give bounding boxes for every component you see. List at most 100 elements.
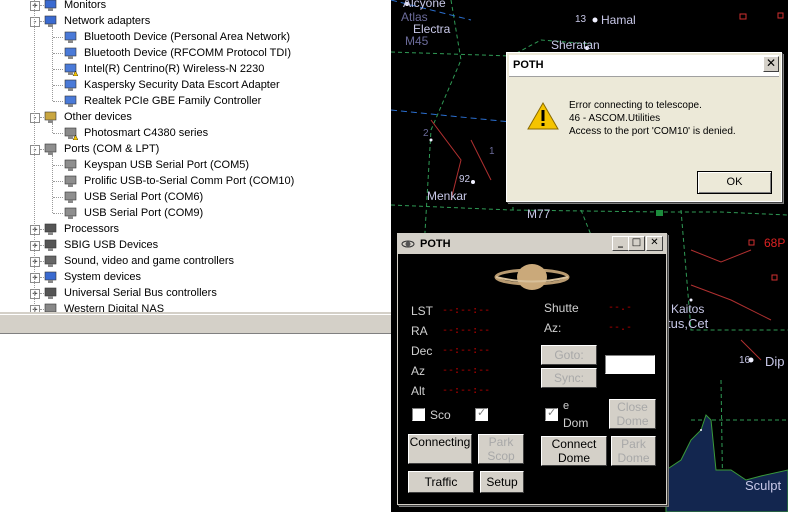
device-tree-item[interactable]: Realtek PCIe GBE Family Controller xyxy=(84,93,261,109)
device-tree: + Monitors - Network adapters Bluetooth Devi… xyxy=(0,0,391,312)
track-checkbox[interactable] xyxy=(475,406,488,421)
device-tree-item[interactable]: USB Serial Port (COM9) xyxy=(84,205,203,221)
port-icon xyxy=(44,143,58,156)
device-tree-item[interactable]: Other devices xyxy=(64,109,132,125)
error-message: Error connecting to telescope. 46 - ASCO… xyxy=(569,99,736,138)
tree-connector xyxy=(52,27,53,101)
ra-label: RA xyxy=(411,324,428,338)
scope-checkbox[interactable] xyxy=(412,408,425,421)
expand-toggle-icon[interactable]: + xyxy=(30,289,40,299)
device-tree-item[interactable]: Processors xyxy=(64,221,119,237)
expand-toggle-icon[interactable]: - xyxy=(30,17,40,27)
connect-dome-button[interactable]: Connect Dome xyxy=(541,436,607,466)
alt-readout: --:--:-- xyxy=(442,385,491,396)
device-tree-item[interactable]: Prolific USB-to-Serial Comm Port (COM10) xyxy=(84,173,294,189)
device-tree-item[interactable]: Intel(R) Centrino(R) Wireless-N 2230 xyxy=(84,61,264,77)
tree-connector xyxy=(53,53,63,54)
device-tree-item[interactable]: Photosmart C4380 series xyxy=(84,125,208,141)
tree-connector xyxy=(40,261,44,262)
speaker-icon xyxy=(44,255,58,268)
expand-toggle-icon[interactable]: + xyxy=(30,257,40,267)
network-adapter-icon xyxy=(64,95,78,108)
maximize-icon[interactable]: □ xyxy=(628,236,645,251)
expand-toggle-icon[interactable]: + xyxy=(30,225,40,235)
error-line-1: Error connecting to telescope. xyxy=(569,100,702,111)
sky-label-alcyone: Alcyone xyxy=(403,0,446,10)
tree-connector xyxy=(40,229,44,230)
tree-connector xyxy=(53,181,63,182)
device-tree-item[interactable]: Keyspan USB Serial Port (COM5) xyxy=(84,157,249,173)
device-tree-item[interactable]: Ports (COM & LPT) xyxy=(64,141,159,157)
az-readout: --:--:-- xyxy=(442,365,491,376)
dec-readout: --:--:-- xyxy=(442,345,491,356)
expand-toggle-icon[interactable]: - xyxy=(30,113,40,123)
device-tree-item[interactable]: System devices xyxy=(64,269,141,285)
ok-button[interactable]: OK xyxy=(697,171,772,194)
shutter-readout: --.- xyxy=(608,302,633,313)
network-adapter-warning-icon xyxy=(64,63,79,77)
sky-label-hamal: Hamal xyxy=(601,13,636,27)
sky-label-menkar: Menkar xyxy=(427,189,468,203)
expand-toggle-icon[interactable]: + xyxy=(30,241,40,251)
sync-button[interactable]: Sync: xyxy=(541,368,597,388)
ra-readout: --:--:-- xyxy=(442,325,491,336)
tree-connector xyxy=(52,123,53,133)
lst-readout: --:--:-- xyxy=(442,305,491,316)
sky-label-m77: M77 xyxy=(527,207,551,221)
usb-device-icon xyxy=(44,239,58,252)
close-icon[interactable]: ✕ xyxy=(763,56,779,72)
setup-button[interactable]: Setup xyxy=(480,471,524,493)
horizontal-scrollbar[interactable] xyxy=(0,314,391,334)
processor-icon xyxy=(44,223,58,236)
network-adapter-icon xyxy=(64,79,78,92)
tree-connector xyxy=(40,21,44,22)
system-icon xyxy=(44,271,58,284)
expand-toggle-icon[interactable]: + xyxy=(30,1,40,11)
close-dome-button[interactable]: Close Dome xyxy=(609,399,656,429)
dec-label: Dec xyxy=(411,344,433,358)
lst-label: LST xyxy=(411,304,434,318)
network-adapter-icon xyxy=(64,47,78,60)
port-icon xyxy=(64,207,78,220)
device-tree-item[interactable]: Western Digital NAS xyxy=(64,301,164,312)
sky-label-kaitos: Kaitos xyxy=(671,302,705,316)
scope-checkbox-label: Sco xyxy=(430,408,451,422)
error-line-3: Access to the port 'COM10' is denied. xyxy=(569,126,736,137)
device-tree-item[interactable]: Kaspersky Security Data Escort Adapter xyxy=(84,77,280,93)
device-tree-item[interactable]: Universal Serial Bus controllers xyxy=(64,285,217,301)
tree-connector xyxy=(40,309,44,310)
tree-connector xyxy=(40,245,44,246)
expand-toggle-icon[interactable]: + xyxy=(30,273,40,283)
park-scope-button[interactable]: Park Scop xyxy=(478,434,524,464)
connect-scope-button[interactable]: Connecting xyxy=(408,434,472,464)
sky-label-cetus: tus,Cet xyxy=(667,316,709,331)
tree-connector xyxy=(52,155,53,213)
expand-toggle-icon[interactable]: + xyxy=(30,305,40,312)
tree-connector xyxy=(34,0,35,312)
traffic-button[interactable]: Traffic xyxy=(408,471,474,493)
shutter-label: Shutte xyxy=(544,301,579,315)
expand-toggle-icon[interactable]: - xyxy=(30,145,40,155)
tree-connector xyxy=(53,197,63,198)
poth-title: POTH xyxy=(420,238,451,250)
dome-checkbox[interactable] xyxy=(545,406,558,421)
device-tree-item[interactable]: Network adapters xyxy=(64,13,150,29)
usb-icon xyxy=(44,287,58,300)
park-dome-button[interactable]: Park Dome xyxy=(611,436,656,466)
device-tree-item[interactable]: Sound, video and game controllers xyxy=(64,253,234,269)
tree-connector xyxy=(53,101,63,102)
device-tree-item[interactable]: SBIG USB Devices xyxy=(64,237,158,253)
minimize-icon[interactable]: _ xyxy=(612,236,629,251)
error-dialog-titlebar[interactable]: POTH xyxy=(509,55,779,77)
dome-az-readout: --.- xyxy=(608,322,633,333)
device-tree-item[interactable]: Bluetooth Device (Personal Area Network) xyxy=(84,29,290,45)
device-tree-item[interactable]: Bluetooth Device (RFCOMM Protocol TDI) xyxy=(84,45,291,61)
sky-label-sheratan: Sheratan xyxy=(551,38,600,52)
device-tree-item[interactable]: Monitors xyxy=(64,0,106,13)
device-tree-item[interactable]: USB Serial Port (COM6) xyxy=(84,189,203,205)
monitor-icon xyxy=(44,0,58,12)
close-icon[interactable]: ✕ xyxy=(646,236,663,251)
dome-az-label: Az: xyxy=(544,321,562,335)
goto-input[interactable] xyxy=(605,355,655,374)
goto-button[interactable]: Goto: xyxy=(541,345,597,365)
